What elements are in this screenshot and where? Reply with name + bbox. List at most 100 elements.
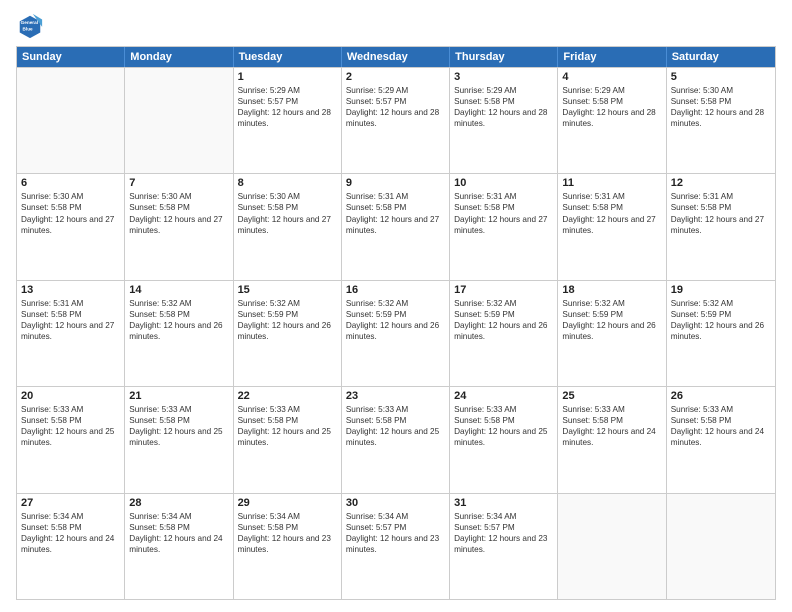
cal-cell: 29Sunrise: 5:34 AMSunset: 5:58 PMDayligh… — [234, 494, 342, 599]
sunrise-text: Sunrise: 5:32 AM — [346, 298, 445, 309]
cal-cell: 31Sunrise: 5:34 AMSunset: 5:57 PMDayligh… — [450, 494, 558, 599]
sunrise-text: Sunrise: 5:29 AM — [238, 85, 337, 96]
cal-cell: 19Sunrise: 5:32 AMSunset: 5:59 PMDayligh… — [667, 281, 775, 386]
sunrise-text: Sunrise: 5:31 AM — [671, 191, 771, 202]
daylight-text: Daylight: 12 hours and 27 minutes. — [454, 214, 553, 236]
cal-cell — [667, 494, 775, 599]
page: General Blue SundayMondayTuesdayWednesda… — [0, 0, 792, 612]
cal-cell: 6Sunrise: 5:30 AMSunset: 5:58 PMDaylight… — [17, 174, 125, 279]
daylight-text: Daylight: 12 hours and 24 minutes. — [562, 426, 661, 448]
cal-cell: 21Sunrise: 5:33 AMSunset: 5:58 PMDayligh… — [125, 387, 233, 492]
sunrise-text: Sunrise: 5:30 AM — [129, 191, 228, 202]
sunset-text: Sunset: 5:59 PM — [346, 309, 445, 320]
daylight-text: Daylight: 12 hours and 27 minutes. — [671, 214, 771, 236]
sunset-text: Sunset: 5:58 PM — [129, 415, 228, 426]
sunrise-text: Sunrise: 5:32 AM — [129, 298, 228, 309]
day-number: 16 — [346, 284, 445, 296]
cal-header-tuesday: Tuesday — [234, 47, 342, 67]
daylight-text: Daylight: 12 hours and 24 minutes. — [671, 426, 771, 448]
sunrise-text: Sunrise: 5:30 AM — [21, 191, 120, 202]
sunset-text: Sunset: 5:58 PM — [21, 309, 120, 320]
sunset-text: Sunset: 5:59 PM — [671, 309, 771, 320]
sunrise-text: Sunrise: 5:31 AM — [454, 191, 553, 202]
daylight-text: Daylight: 12 hours and 26 minutes. — [129, 320, 228, 342]
daylight-text: Daylight: 12 hours and 28 minutes. — [346, 107, 445, 129]
cal-week-4: 27Sunrise: 5:34 AMSunset: 5:58 PMDayligh… — [17, 493, 775, 599]
daylight-text: Daylight: 12 hours and 25 minutes. — [346, 426, 445, 448]
cal-header-thursday: Thursday — [450, 47, 558, 67]
sunset-text: Sunset: 5:58 PM — [129, 309, 228, 320]
cal-cell: 28Sunrise: 5:34 AMSunset: 5:58 PMDayligh… — [125, 494, 233, 599]
daylight-text: Daylight: 12 hours and 27 minutes. — [21, 320, 120, 342]
sunset-text: Sunset: 5:58 PM — [562, 202, 661, 213]
sunset-text: Sunset: 5:58 PM — [238, 522, 337, 533]
sunset-text: Sunset: 5:57 PM — [346, 96, 445, 107]
cal-cell: 8Sunrise: 5:30 AMSunset: 5:58 PMDaylight… — [234, 174, 342, 279]
daylight-text: Daylight: 12 hours and 25 minutes. — [21, 426, 120, 448]
daylight-text: Daylight: 12 hours and 27 minutes. — [562, 214, 661, 236]
sunset-text: Sunset: 5:58 PM — [129, 202, 228, 213]
day-number: 25 — [562, 390, 661, 402]
sunrise-text: Sunrise: 5:34 AM — [21, 511, 120, 522]
day-number: 29 — [238, 497, 337, 509]
day-number: 30 — [346, 497, 445, 509]
cal-cell — [125, 68, 233, 173]
cal-header-saturday: Saturday — [667, 47, 775, 67]
day-number: 12 — [671, 177, 771, 189]
cal-cell: 14 Sunrise: 5:32 AMSunset: 5:58 PMDayligh… — [125, 281, 233, 386]
cal-cell: 16Sunrise: 5:32 AMSunset: 5:59 PMDayligh… — [342, 281, 450, 386]
sunrise-text: Sunrise: 5:34 AM — [238, 511, 337, 522]
day-number: 1 — [238, 71, 337, 83]
cal-cell: 13 Sunrise: 5:31 AMSunset: 5:58 PMDayligh… — [17, 281, 125, 386]
cal-cell: 26Sunrise: 5:33 AMSunset: 5:58 PMDayligh… — [667, 387, 775, 492]
cal-week-1: 6Sunrise: 5:30 AMSunset: 5:58 PMDaylight… — [17, 173, 775, 279]
header: General Blue — [16, 12, 776, 40]
sunset-text: Sunset: 5:58 PM — [671, 415, 771, 426]
sunrise-text: Sunrise: 5:32 AM — [238, 298, 337, 309]
sunset-text: Sunset: 5:58 PM — [346, 415, 445, 426]
sunrise-text: Sunrise: 5:32 AM — [671, 298, 771, 309]
daylight-text: Daylight: 12 hours and 26 minutes. — [238, 320, 337, 342]
day-number: 3 — [454, 71, 553, 83]
day-number: 10 — [454, 177, 553, 189]
sunset-text: Sunset: 5:58 PM — [129, 522, 228, 533]
sunrise-text: Sunrise: 5:34 AM — [129, 511, 228, 522]
cal-cell: 3Sunrise: 5:29 AMSunset: 5:58 PMDaylight… — [450, 68, 558, 173]
day-number: 23 — [346, 390, 445, 402]
sunset-text: Sunset: 5:58 PM — [454, 415, 553, 426]
sunset-text: Sunset: 5:58 PM — [454, 202, 553, 213]
svg-text:Blue: Blue — [23, 27, 34, 32]
sunrise-text: Sunrise: 5:31 AM — [346, 191, 445, 202]
sunrise-text: Sunrise: 5:33 AM — [454, 404, 553, 415]
sunset-text: Sunset: 5:59 PM — [562, 309, 661, 320]
cal-week-2: 13Sunrise: 5:31 AMSunset: 5:58 PMDayligh… — [17, 280, 775, 386]
daylight-text: Daylight: 12 hours and 28 minutes. — [454, 107, 553, 129]
cal-cell — [558, 494, 666, 599]
sunrise-text: Sunrise: 5:31 AM — [21, 298, 120, 309]
sunset-text: Sunset: 5:58 PM — [21, 202, 120, 213]
day-number: 9 — [346, 177, 445, 189]
cal-header-monday: Monday — [125, 47, 233, 67]
cal-cell: 10 Sunrise: 5:31 AMSunset: 5:58 PMDayligh… — [450, 174, 558, 279]
day-number: 13 — [21, 284, 120, 296]
sunrise-text: Sunrise: 5:30 AM — [671, 85, 771, 96]
cal-cell: 1Sunrise: 5:29 AMSunset: 5:57 PMDaylight… — [234, 68, 342, 173]
sunset-text: Sunset: 5:57 PM — [238, 96, 337, 107]
svg-text:General: General — [21, 20, 38, 25]
sunrise-text: Sunrise: 5:32 AM — [562, 298, 661, 309]
cal-cell: 12Sunrise: 5:31 AMSunset: 5:58 PMDayligh… — [667, 174, 775, 279]
cal-cell: 30Sunrise: 5:34 AMSunset: 5:57 PMDayligh… — [342, 494, 450, 599]
daylight-text: Daylight: 12 hours and 25 minutes. — [129, 426, 228, 448]
cal-cell: 11Sunrise: 5:31 AMSunset: 5:58 PMDayligh… — [558, 174, 666, 279]
sunset-text: Sunset: 5:58 PM — [454, 96, 553, 107]
daylight-text: Daylight: 12 hours and 28 minutes. — [562, 107, 661, 129]
sunrise-text: Sunrise: 5:34 AM — [454, 511, 553, 522]
day-number: 20 — [21, 390, 120, 402]
sunset-text: Sunset: 5:58 PM — [562, 415, 661, 426]
calendar-body: 1Sunrise: 5:29 AMSunset: 5:57 PMDaylight… — [17, 67, 775, 599]
day-number: 24 — [454, 390, 553, 402]
sunrise-text: Sunrise: 5:33 AM — [346, 404, 445, 415]
day-number: 4 — [562, 71, 661, 83]
day-number: 14 — [129, 284, 228, 296]
sunrise-text: Sunrise: 5:33 AM — [129, 404, 228, 415]
